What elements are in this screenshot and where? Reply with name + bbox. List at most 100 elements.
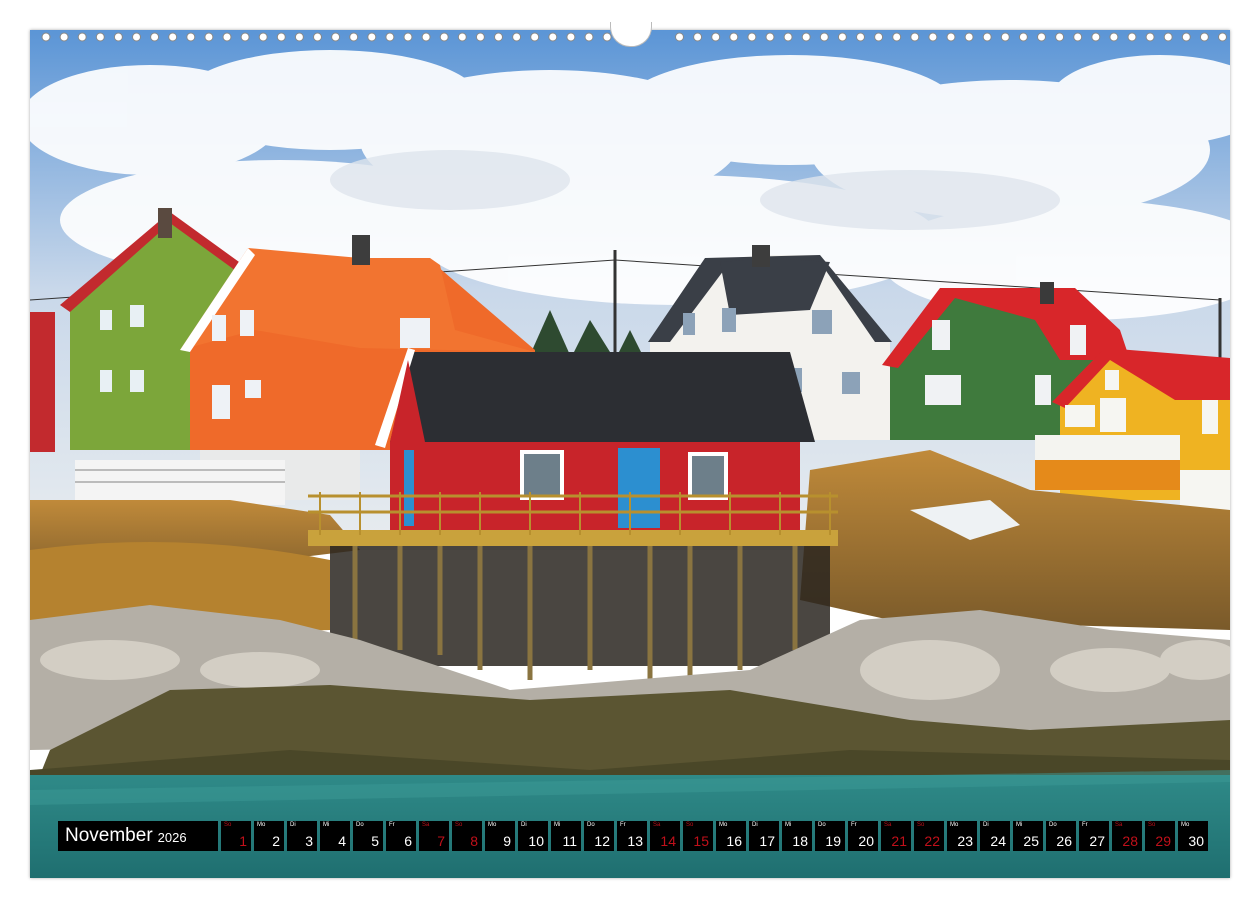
- binding-ring: [1037, 32, 1046, 42]
- weekday-abbrev: Mo: [488, 822, 497, 828]
- weekday-abbrev: Mo: [257, 822, 266, 828]
- binding-ring: [910, 32, 920, 42]
- weekday-abbrev: Mi: [1016, 822, 1023, 828]
- binding-ring: [168, 32, 178, 42]
- day-number: 28: [1122, 833, 1138, 849]
- binding-ring: [132, 32, 141, 42]
- day-cell-17: Di 17: [749, 821, 779, 851]
- binding-ring: [313, 32, 322, 42]
- binding-ring: [1000, 32, 1010, 42]
- day-number: 25: [1023, 833, 1039, 849]
- binding-ring: [566, 32, 576, 42]
- weekday-abbrev: So: [224, 822, 232, 828]
- day-number: 16: [726, 833, 742, 849]
- binding-ring: [77, 32, 87, 42]
- binding-ring: [946, 32, 956, 42]
- day-number: 15: [693, 833, 709, 849]
- day-cell-16: Mo 16: [716, 821, 746, 851]
- weekday-abbrev: Mo: [950, 822, 959, 828]
- weekday-abbrev: Fr: [620, 822, 626, 828]
- day-number: 11: [562, 833, 577, 849]
- day-number: 14: [660, 833, 676, 849]
- day-number: 17: [759, 833, 775, 849]
- binding-ring: [530, 32, 540, 42]
- binding-ring: [729, 32, 739, 42]
- binding-ring: [457, 32, 467, 42]
- weekday-abbrev: So: [1148, 822, 1156, 828]
- day-cell-18: Mi 18: [782, 821, 812, 851]
- binding-ring: [385, 32, 395, 42]
- day-cell-29: So 29: [1145, 821, 1175, 851]
- weekday-abbrev: Fr: [389, 822, 395, 828]
- binding-ring: [1218, 32, 1227, 42]
- binding-ring: [403, 32, 413, 42]
- binding-ring: [747, 32, 757, 42]
- day-number: 7: [437, 833, 445, 849]
- binding-ring: [874, 32, 884, 42]
- binding-ring: [548, 32, 558, 42]
- day-number: 19: [825, 833, 841, 849]
- day-cell-10: Di 10: [518, 821, 548, 851]
- binding-ring: [349, 32, 359, 42]
- day-number: 8: [470, 833, 478, 849]
- weekday-abbrev: So: [917, 822, 925, 828]
- weekday-abbrev: Sa: [884, 822, 892, 828]
- binding-ring: [240, 32, 250, 42]
- day-cell-11: Mi 11: [551, 821, 581, 851]
- weekday-abbrev: Sa: [1115, 822, 1123, 828]
- day-number: 23: [957, 833, 973, 849]
- binding-ring: [982, 32, 992, 42]
- weekday-abbrev: Mo: [719, 822, 728, 828]
- weekday-abbrev: Mo: [1181, 822, 1190, 828]
- binding-ring: [494, 32, 503, 42]
- binding-ring: [41, 32, 51, 42]
- day-cell-26: Do 26: [1046, 821, 1076, 851]
- day-number: 24: [990, 833, 1006, 849]
- binding-ring: [1181, 32, 1191, 42]
- weekday-abbrev: Di: [983, 822, 989, 828]
- binding-ring: [294, 32, 304, 42]
- day-number: 5: [371, 833, 379, 849]
- day-number: 26: [1056, 833, 1072, 849]
- binding-ring: [439, 32, 449, 42]
- binding-ring: [367, 32, 377, 42]
- day-cell-19: Do 19: [815, 821, 845, 851]
- day-cell-1: So 1: [221, 821, 251, 851]
- weekday-abbrev: Do: [356, 822, 364, 828]
- day-cell-6: Fr 6: [386, 821, 416, 851]
- binding-ring: [1018, 32, 1028, 42]
- day-cell-8: So 8: [452, 821, 482, 851]
- day-number: 12: [594, 833, 610, 849]
- day-number: 30: [1188, 833, 1204, 849]
- day-cell-15: So 15: [683, 821, 713, 851]
- binding-ring: [783, 32, 793, 42]
- binding-ring: [512, 32, 522, 42]
- binding-ring: [602, 32, 612, 42]
- photo-norwegian-coastal-houses: [30, 30, 1230, 878]
- day-cell-30: Mo 30: [1178, 821, 1208, 851]
- binding-ring: [258, 32, 268, 42]
- binding-ring: [1109, 32, 1119, 42]
- day-cell-20: Fr 20: [848, 821, 878, 851]
- binding-ring: [693, 32, 703, 42]
- weekday-abbrev: Do: [587, 822, 595, 828]
- day-number: 27: [1089, 833, 1105, 849]
- day-cell-22: So 22: [914, 821, 944, 851]
- weekday-abbrev: Sa: [422, 822, 430, 828]
- binding-ring: [1091, 32, 1101, 42]
- binding-ring: [928, 32, 938, 42]
- weekday-abbrev: Di: [290, 822, 296, 828]
- day-cell-14: Sa 14: [650, 821, 680, 851]
- day-cell-5: Do 5: [353, 821, 383, 851]
- weekday-abbrev: Di: [752, 822, 758, 828]
- binding-ring: [421, 32, 431, 42]
- day-cell-13: Fr 13: [617, 821, 647, 851]
- day-number: 4: [338, 833, 346, 849]
- day-cell-9: Mo 9: [485, 821, 515, 851]
- binding-ring: [856, 32, 865, 42]
- calendar-strip: November 2026 So 1 Mo 2 Di 3 Mi 4 Do 5 Fr 6 Sa 7 So 8 Mo…: [58, 821, 1208, 851]
- day-number: 13: [627, 833, 643, 849]
- weekday-abbrev: So: [686, 822, 694, 828]
- binding-ring: [837, 32, 847, 42]
- binding-ring: [331, 32, 341, 42]
